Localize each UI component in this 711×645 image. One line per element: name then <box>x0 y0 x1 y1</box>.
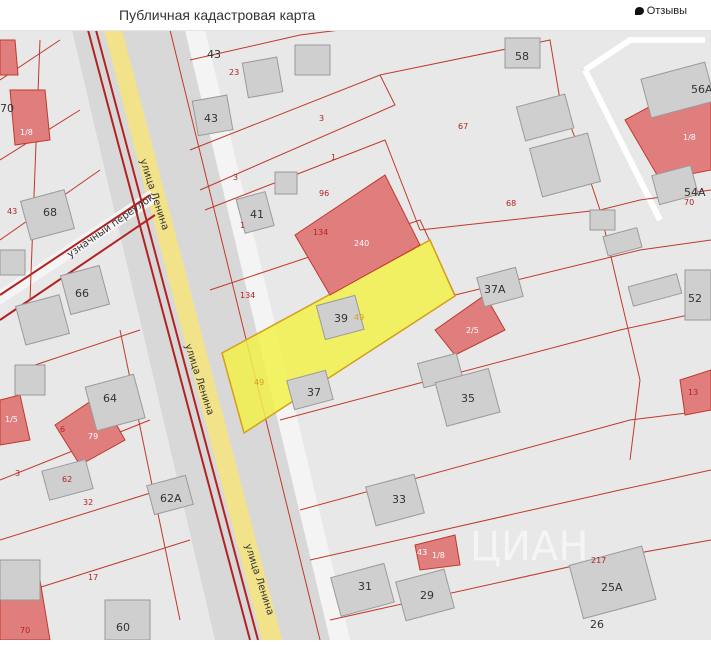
svg-text:66: 66 <box>75 287 89 300</box>
svg-text:3: 3 <box>233 173 238 182</box>
svg-text:23: 23 <box>229 68 239 77</box>
svg-text:25A: 25A <box>601 581 623 594</box>
svg-text:3: 3 <box>15 469 20 478</box>
svg-text:62: 62 <box>62 475 72 484</box>
svg-text:1/8: 1/8 <box>683 133 696 142</box>
map-canvas[interactable]: улица Ленина улица Ленина улица Ленина у… <box>0 29 711 641</box>
svg-text:52: 52 <box>688 292 702 305</box>
svg-text:79: 79 <box>88 432 98 441</box>
svg-text:26: 26 <box>590 618 604 631</box>
svg-text:134: 134 <box>313 228 328 237</box>
svg-text:1/8: 1/8 <box>20 128 33 137</box>
cadastral-map[interactable]: улица Ленина улица Ленина улица Ленина у… <box>0 29 711 641</box>
svg-text:43: 43 <box>7 207 17 216</box>
svg-text:37A: 37A <box>484 283 506 296</box>
svg-text:217: 217 <box>591 556 606 565</box>
svg-text:35: 35 <box>461 392 475 405</box>
chat-bubble-icon <box>634 7 644 15</box>
svg-text:6: 6 <box>60 425 65 434</box>
svg-text:41: 41 <box>250 208 264 221</box>
feedback-label: Отзывы <box>646 5 687 17</box>
svg-text:32: 32 <box>83 498 93 507</box>
svg-text:1: 1 <box>240 221 245 230</box>
svg-text:67: 67 <box>458 122 468 131</box>
svg-text:240: 240 <box>354 239 369 248</box>
svg-text:3: 3 <box>319 114 324 123</box>
svg-text:39: 39 <box>334 312 348 325</box>
svg-text:43: 43 <box>204 112 218 125</box>
building-top-left[interactable] <box>0 39 19 76</box>
svg-text:1: 1 <box>331 153 336 162</box>
svg-text:33: 33 <box>392 493 406 506</box>
svg-text:37: 37 <box>307 386 321 399</box>
svg-text:70: 70 <box>0 102 14 115</box>
watermark: ЦИАН <box>470 524 588 570</box>
page-title: Публичная кадастровая карта <box>119 7 316 23</box>
svg-text:17: 17 <box>88 573 98 582</box>
feedback-button[interactable]: Отзывы <box>634 5 687 17</box>
svg-text:2/5: 2/5 <box>466 326 479 335</box>
svg-text:134: 134 <box>240 291 255 300</box>
svg-text:60: 60 <box>116 621 130 634</box>
svg-text:1/8: 1/8 <box>432 551 445 560</box>
svg-text:49: 49 <box>354 313 364 322</box>
svg-text:43: 43 <box>207 48 221 61</box>
svg-text:31: 31 <box>358 580 372 593</box>
svg-text:70: 70 <box>684 198 694 207</box>
top-bar: Публичная кадастровая карта Отзывы <box>0 0 711 31</box>
svg-text:58: 58 <box>515 50 529 63</box>
svg-text:1/5: 1/5 <box>5 415 18 424</box>
svg-text:64: 64 <box>103 392 117 405</box>
svg-text:62A: 62A <box>160 492 182 505</box>
svg-text:68: 68 <box>43 206 57 219</box>
svg-text:96: 96 <box>319 189 329 198</box>
svg-text:29: 29 <box>420 589 434 602</box>
svg-text:43: 43 <box>417 548 427 557</box>
svg-text:56A: 56A <box>691 83 711 96</box>
svg-text:68: 68 <box>506 199 516 208</box>
